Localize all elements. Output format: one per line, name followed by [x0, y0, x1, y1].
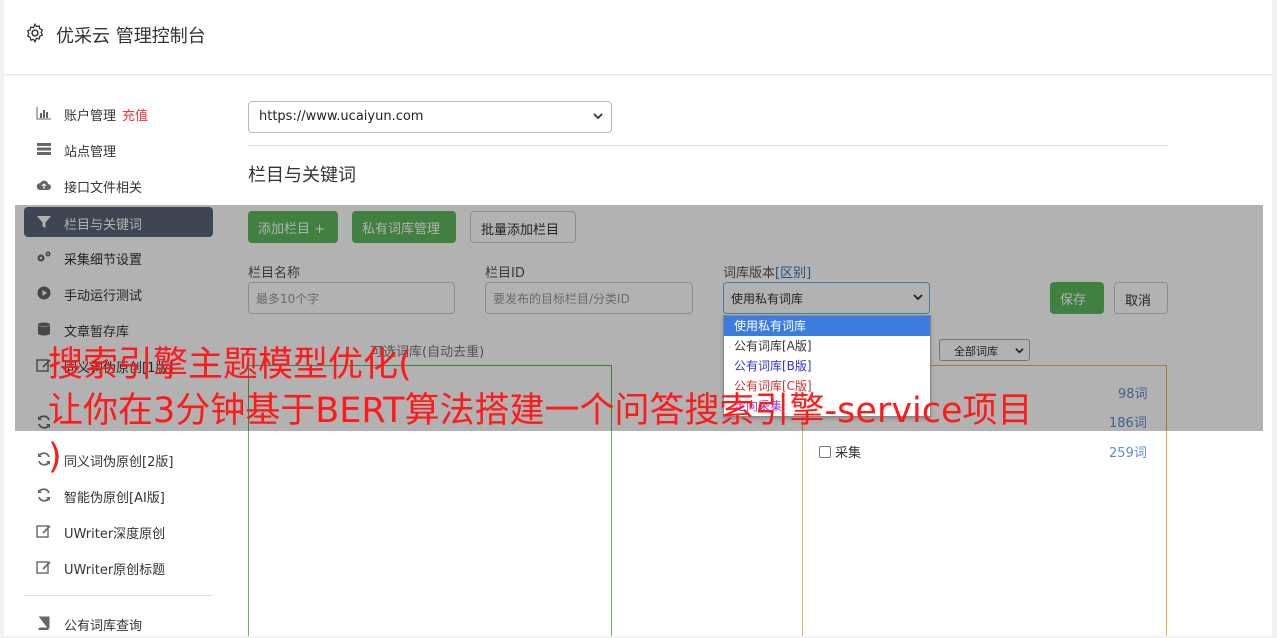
sidebar-item-label: 智能伪原创[AI版]: [64, 491, 165, 506]
banner-line: 让你在3分钟基于BERT算法搭建一个问答搜索引擎-service项目: [48, 391, 1033, 431]
sidebar-item-account[interactable]: 账户管理 充值: [24, 98, 213, 128]
sidebar-item-label: 公有词库查询: [64, 619, 143, 634]
edit-icon: [36, 525, 51, 538]
banner-line: ): [48, 437, 62, 477]
section-title: 栏目与关键词: [248, 165, 356, 186]
sidebar-item-label: UWriter原创标题: [64, 563, 166, 578]
banner-line: 搜索引擎主题模型优化(: [48, 345, 412, 385]
site-select[interactable]: https://www.ucaiyun.com: [248, 101, 612, 133]
sidebar-item-interface-files[interactable]: 接口文件相关: [24, 170, 213, 200]
cloud-upload-icon: [36, 180, 51, 190]
sidebar-item-label: 站点管理: [64, 145, 117, 160]
banner-text: 搜索引擎主题模型优化( 让你在3分钟基于BERT算法搭建一个问答搜索引擎-ser…: [48, 342, 1248, 480]
sidebar-item-sites[interactable]: 站点管理: [24, 134, 213, 164]
refresh-icon: [38, 488, 50, 502]
edit-icon: [36, 561, 51, 574]
book-icon: [38, 616, 50, 630]
bar-chart-icon: [36, 107, 51, 120]
dropdown-option[interactable]: 使用私有词库: [724, 316, 930, 336]
console-header: 优采云 管理控制台: [4, 0, 1272, 75]
sidebar-item-label: 账户管理: [64, 109, 117, 124]
chevron-down-icon: [593, 113, 603, 120]
sidebar-item-public-lib[interactable]: 公有词库查询: [24, 608, 213, 638]
divider: [248, 145, 1168, 146]
sidebar-item-label: UWriter深度原创: [64, 527, 166, 542]
gear-icon: [26, 22, 44, 44]
sidebar-divider: [24, 595, 213, 596]
recharge-link[interactable]: 充值: [122, 109, 148, 124]
page-title: 优采云 管理控制台: [56, 26, 206, 47]
sidebar-item-ai-rewrite[interactable]: 智能伪原创[AI版]: [24, 480, 213, 510]
site-select-value: https://www.ucaiyun.com: [259, 109, 424, 124]
server-icon: [37, 143, 51, 155]
sidebar-item-uwriter-deep[interactable]: UWriter深度原创: [24, 516, 213, 546]
sidebar-item-label: 接口文件相关: [64, 181, 143, 196]
sidebar-item-uwriter-title[interactable]: UWriter原创标题: [24, 552, 213, 582]
